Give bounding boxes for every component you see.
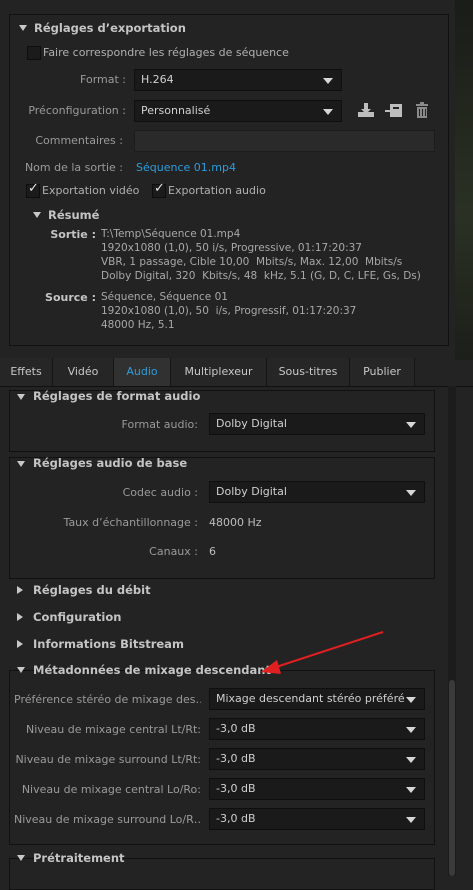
summary-output-key: Sortie : xyxy=(50,228,96,241)
downmix-stereo-preference-dropdown[interactable]: Mixage descendant stéréo préféré xyxy=(209,688,425,710)
format-value: H.264 xyxy=(141,73,174,86)
summary-output-line: 1920x1080 (1,0), 50 i/s, Progressive, 01… xyxy=(101,242,362,254)
match-sequence-checkbox[interactable] xyxy=(27,46,41,60)
tab-audio[interactable]: Audio xyxy=(114,358,171,386)
chevron-down-icon xyxy=(406,757,416,763)
audio-format-title: Réglages de format audio xyxy=(33,389,201,403)
output-name-link[interactable]: Séquence 01.mp4 xyxy=(136,161,236,174)
tab-publier[interactable]: Publier xyxy=(350,358,415,386)
comments-input[interactable] xyxy=(134,130,435,152)
center-mix-loro-value: -3,0 dB xyxy=(216,782,256,795)
tab-effets[interactable]: Effets xyxy=(0,358,53,386)
tab-multiplexeur[interactable]: Multiplexeur xyxy=(171,358,267,386)
bitstream-section-title[interactable]: Informations Bitstream xyxy=(33,637,184,651)
downmix-row-label: Niveau de mixage central Lt/Rt: xyxy=(25,723,201,736)
export-settings-title: Réglages d’exportation xyxy=(34,21,186,35)
audio-format-value: Dolby Digital xyxy=(216,417,287,430)
expand-configuration-icon[interactable] xyxy=(17,613,23,621)
center-mix-ltrt-value: -3,0 dB xyxy=(216,722,256,735)
summary-output-line: T:\Temp\Séquence 01.mp4 xyxy=(101,228,241,240)
surround-mix-loro-value: -3,0 dB xyxy=(216,812,256,825)
format-dropdown[interactable]: H.264 xyxy=(134,69,342,91)
summary-title: Résumé xyxy=(48,208,100,222)
expand-bitrate-icon[interactable] xyxy=(17,586,23,594)
summary-source-line: 1920x1080 (1,0), 50 i/s, Progressif, 01:… xyxy=(101,305,357,317)
tab-video[interactable]: Vidéo xyxy=(53,358,114,386)
preset-value: Personnalisé xyxy=(141,104,211,117)
basic-audio-title: Réglages audio de base xyxy=(33,456,188,470)
settings-tabs: Effets Vidéo Audio Multiplexeur Sous-tit… xyxy=(0,358,473,387)
collapse-preprocessing-icon[interactable] xyxy=(17,855,25,861)
background-window-edge xyxy=(455,0,473,360)
chevron-down-icon xyxy=(323,78,333,84)
comments-label: Commentaires : xyxy=(35,134,123,147)
save-preset-icon[interactable] xyxy=(357,101,375,119)
downmix-title: Métadonnées de mixage descendant xyxy=(33,663,271,677)
export-audio-checkbox[interactable]: ✓ xyxy=(152,181,166,198)
audio-format-label: Format audio: xyxy=(121,418,198,431)
audio-codec-label: Codec audio : xyxy=(122,486,198,499)
scrollbar-thumb[interactable] xyxy=(449,680,455,876)
sample-rate-label: Taux d’échantillonnage : xyxy=(63,516,198,529)
downmix-row-label: Niveau de mixage central Lo/Ro: xyxy=(21,783,201,796)
downmix-row-label: Niveau de mixage surround Lt/Rt: xyxy=(15,753,201,766)
output-name-label: Nom de la sortie : xyxy=(24,161,123,174)
import-preset-icon[interactable] xyxy=(385,101,403,119)
expand-bitstream-icon[interactable] xyxy=(17,640,23,648)
chevron-down-icon xyxy=(406,697,416,703)
match-sequence-label: Faire correspondre les réglages de séque… xyxy=(43,46,289,59)
summary-output-line: VBR, 1 passage, Cible 10,00 Mbits/s, Max… xyxy=(101,256,403,268)
summary-source-line: 48000 Hz, 5.1 xyxy=(101,319,175,331)
summary-source-line: Séquence, Séquence 01 xyxy=(101,291,228,303)
export-audio-label: Exportation audio xyxy=(168,184,266,197)
chevron-down-icon xyxy=(406,422,416,428)
downmix-row-label: Niveau de mixage surround Lo/R… xyxy=(14,813,201,826)
sample-rate-value: 48000 Hz xyxy=(209,516,262,529)
preprocessing-title: Prétraitement xyxy=(33,851,125,865)
summary-source-key: Source : xyxy=(45,291,96,304)
downmix-row-label: Préférence stéréo de mixage des… xyxy=(14,693,201,706)
chevron-down-icon xyxy=(406,817,416,823)
chevron-down-icon xyxy=(406,787,416,793)
surround-mix-ltrt-value: -3,0 dB xyxy=(216,752,256,765)
surround-mix-ltrt-dropdown[interactable]: -3,0 dB xyxy=(209,748,425,770)
center-mix-loro-dropdown[interactable]: -3,0 dB xyxy=(209,778,425,800)
preset-label: Préconfiguration : xyxy=(28,104,126,117)
annotation-arrow xyxy=(261,631,384,674)
delete-preset-icon[interactable] xyxy=(413,101,431,119)
configuration-section-title[interactable]: Configuration xyxy=(33,610,121,624)
collapse-audio-format-icon[interactable] xyxy=(17,394,25,400)
export-video-label: Exportation vidéo xyxy=(42,184,140,197)
surround-mix-loro-dropdown[interactable]: -3,0 dB xyxy=(209,808,425,830)
chevron-down-icon xyxy=(406,727,416,733)
collapse-export-settings-icon[interactable] xyxy=(19,25,27,31)
audio-format-dropdown[interactable]: Dolby Digital xyxy=(209,413,425,435)
audio-codec-dropdown[interactable]: Dolby Digital xyxy=(209,481,425,503)
chevron-down-icon xyxy=(323,109,333,115)
collapse-downmix-icon[interactable] xyxy=(17,667,25,673)
checkmark-icon: ✓ xyxy=(154,181,165,196)
bitrate-section-title[interactable]: Réglages du débit xyxy=(33,583,151,597)
center-mix-ltrt-dropdown[interactable]: -3,0 dB xyxy=(209,718,425,740)
format-label: Format : xyxy=(80,73,126,86)
checkmark-icon: ✓ xyxy=(28,181,39,196)
audio-codec-value: Dolby Digital xyxy=(216,485,287,498)
channels-label: Canaux : xyxy=(149,545,198,558)
channels-value: 6 xyxy=(209,545,216,558)
collapse-basic-audio-icon[interactable] xyxy=(17,461,25,467)
chevron-down-icon xyxy=(406,490,416,496)
summary-output-line: Dolby Digital, 320 Kbits/s, 48 kHz, 5.1 … xyxy=(101,270,421,282)
preset-dropdown[interactable]: Personnalisé xyxy=(134,100,342,122)
collapse-summary-icon[interactable] xyxy=(33,212,41,218)
downmix-stereo-preference-value: Mixage descendant stéréo préféré xyxy=(216,692,405,705)
export-video-checkbox[interactable]: ✓ xyxy=(26,181,40,198)
tab-sous-titres[interactable]: Sous-titres xyxy=(267,358,350,386)
